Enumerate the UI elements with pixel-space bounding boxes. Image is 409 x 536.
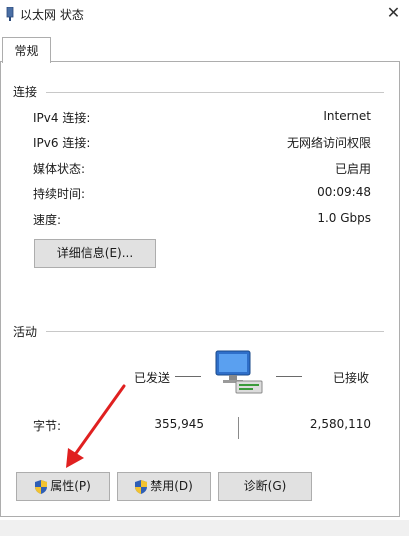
sent-label: 已发送 <box>134 371 171 385</box>
annotation-arrow <box>66 384 126 468</box>
ipv6-value: 无网络访问权限 <box>286 136 371 150</box>
close-button[interactable]: ✕ <box>378 0 409 26</box>
connection-group-label: 连接 <box>13 85 38 99</box>
bytes-separator <box>238 417 239 439</box>
speed-label: 速度: <box>33 213 62 227</box>
title-bar: 以太网 状态 ✕ <box>0 0 409 30</box>
bytes-received-value: 2,580,110 <box>309 417 371 431</box>
uac-shield-icon <box>35 479 48 494</box>
bytes-label: 字节: <box>33 419 62 433</box>
close-icon: ✕ <box>386 3 401 22</box>
sent-line <box>175 376 201 377</box>
properties-button-label: 属性(P) <box>50 479 91 493</box>
activity-group-divider <box>46 331 384 332</box>
tab-general[interactable]: 常规 <box>2 37 51 63</box>
duration-value: 00:09:48 <box>317 185 371 199</box>
properties-button[interactable]: 属性(P) <box>16 472 110 501</box>
network-computers-icon <box>215 350 263 394</box>
disable-button[interactable]: 禁用(D) <box>117 472 211 501</box>
details-button[interactable]: 详细信息(E)... <box>34 239 156 268</box>
network-adapter-icon <box>6 7 14 21</box>
ipv4-label: IPv4 连接: <box>33 111 91 125</box>
dialog-footer <box>0 520 409 536</box>
speed-value: 1.0 Gbps <box>317 211 371 225</box>
diagnose-button-label: 诊断(G) <box>243 479 287 493</box>
ipv6-label: IPv6 连接: <box>33 136 91 150</box>
activity-group-label: 活动 <box>13 325 38 339</box>
window-title: 以太网 状态 <box>20 8 84 22</box>
connection-group-divider <box>46 92 384 93</box>
disable-button-label: 禁用(D) <box>150 479 193 493</box>
tab-label: 常规 <box>14 44 39 58</box>
media-state-value: 已启用 <box>334 162 371 176</box>
received-label: 已接收 <box>333 371 370 385</box>
uac-shield-icon <box>135 479 148 494</box>
media-state-label: 媒体状态: <box>33 162 86 176</box>
received-line <box>276 376 302 377</box>
duration-label: 持续时间: <box>33 187 86 201</box>
ipv4-value: Internet <box>323 109 371 123</box>
diagnose-button[interactable]: 诊断(G) <box>218 472 312 501</box>
details-button-label: 详细信息(E)... <box>56 246 134 260</box>
